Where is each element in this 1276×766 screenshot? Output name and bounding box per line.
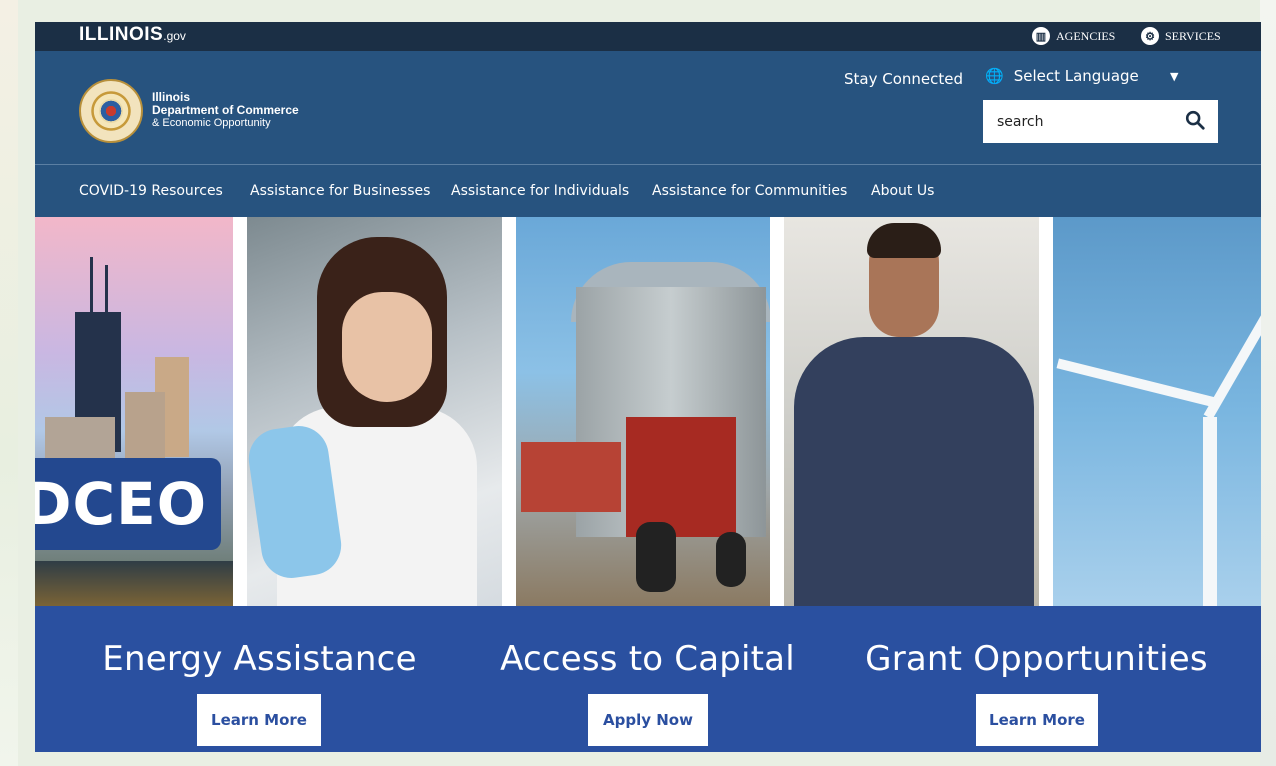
cta-title: Energy Assistance <box>102 639 417 679</box>
turbine-blade-shape <box>1203 293 1261 420</box>
brand-main: ILLINOIS <box>79 24 164 45</box>
select-language-label: Select Language <box>1013 67 1139 85</box>
building-icon: ▥ <box>1032 27 1050 45</box>
tractor-shape <box>626 417 736 537</box>
main-navigation: COVID-19 Resources Assistance for Busine… <box>35 164 1261 217</box>
hero-banner: DCEO <box>35 217 1261 752</box>
farm-silo-tractor-image <box>516 217 770 606</box>
antenna-shape <box>105 265 108 315</box>
cta-title: Access to Capital <box>500 639 795 679</box>
agencies-label: AGENCIES <box>1056 28 1116 43</box>
globe-icon: 🌐 <box>985 67 1004 85</box>
department-name[interactable]: Illinois Department of Commerce & Econom… <box>152 91 299 130</box>
background-right-strip <box>1260 0 1276 766</box>
cta-title: Grant Opportunities <box>865 639 1208 679</box>
nav-item-covid-19-resources[interactable]: COVID-19 Resources <box>79 183 223 199</box>
org-line-3: & Economic Opportunity <box>152 117 271 129</box>
page-frame: ILLINOIS.gov ▥ AGENCIES ⚙ SERVICES Illin… <box>35 22 1261 752</box>
nav-item-assistance-individuals[interactable]: Assistance for Individuals <box>451 183 629 199</box>
antenna-shape <box>90 257 93 317</box>
cta-band: Energy Assistance Learn More Access to C… <box>35 606 1261 752</box>
agencies-link[interactable]: ▥ AGENCIES <box>1032 27 1115 45</box>
stay-connected-link[interactable]: Stay Connected <box>844 70 963 88</box>
search-input[interactable] <box>983 100 1173 143</box>
cta-energy-assistance: Energy Assistance Learn More <box>55 606 464 752</box>
turbine-tower-shape <box>1203 417 1217 606</box>
turbine-blade-shape <box>1056 358 1215 407</box>
worker-image <box>784 217 1039 606</box>
wind-turbine-image <box>1053 217 1261 606</box>
wheel-shape <box>636 522 676 592</box>
services-link[interactable]: ⚙ SERVICES <box>1141 27 1221 45</box>
state-seal-logo[interactable] <box>79 79 143 143</box>
grain-cart-shape <box>521 442 621 512</box>
apply-now-button[interactable]: Apply Now <box>588 694 708 746</box>
chicago-skyline-image: DCEO <box>35 217 233 606</box>
gears-icon: ⚙ <box>1141 27 1159 45</box>
services-label: SERVICES <box>1165 28 1221 43</box>
language-selector[interactable]: 🌐 Select Language <box>985 67 1139 85</box>
hair-shape <box>867 223 941 258</box>
org-line-2: Department of Commerce <box>152 103 299 117</box>
cta-access-to-capital: Access to Capital Apply Now <box>443 606 852 752</box>
brand-suffix: .gov <box>163 29 186 43</box>
energy-learn-more-button[interactable]: Learn More <box>197 694 321 746</box>
search-icon[interactable] <box>1184 109 1206 131</box>
nav-item-about-us[interactable]: About Us <box>871 183 934 199</box>
caret-down-icon[interactable]: ▼ <box>1170 70 1178 83</box>
top-utility-bar: ILLINOIS.gov ▥ AGENCIES ⚙ SERVICES <box>35 22 1261 51</box>
cta-grant-opportunities: Grant Opportunities Learn More <box>832 606 1241 752</box>
grant-learn-more-button[interactable]: Learn More <box>976 694 1098 746</box>
building-shape <box>45 417 115 462</box>
lakefront-shape <box>35 561 233 606</box>
nav-item-assistance-businesses[interactable]: Assistance for Businesses <box>250 183 430 199</box>
sweater-shape <box>794 337 1034 606</box>
nav-item-assistance-communities[interactable]: Assistance for Communities <box>652 183 847 199</box>
illinois-gov-logo[interactable]: ILLINOIS.gov <box>79 24 186 46</box>
wheel-shape <box>716 532 746 587</box>
face-shape <box>342 292 432 402</box>
lab-scientist-image <box>247 217 502 606</box>
search-box <box>983 100 1218 143</box>
site-header: Illinois Department of Commerce & Econom… <box>35 51 1261 164</box>
dceo-badge: DCEO <box>35 458 221 550</box>
background-left-strip <box>0 0 18 766</box>
building-shape <box>125 392 165 462</box>
